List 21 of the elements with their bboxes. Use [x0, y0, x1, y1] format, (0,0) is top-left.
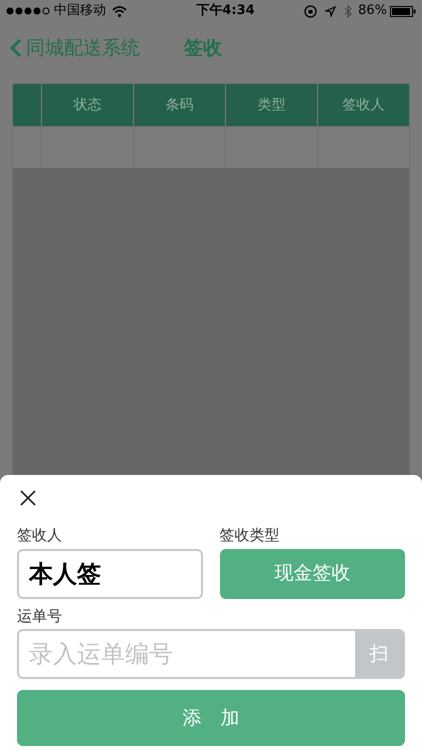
field-label: 签收人 — [17, 525, 63, 546]
scan-button[interactable]: 扫 — [355, 631, 403, 677]
page-title: 签收 — [184, 36, 222, 61]
waybill-field[interactable]: 录入运单编号 扫 — [17, 629, 405, 679]
sign-type-button[interactable]: 现金签收 — [220, 548, 405, 598]
back-button[interactable]: 同城配送系统 — [10, 34, 140, 62]
add-button[interactable]: 添 加 — [17, 690, 405, 746]
rotation-lock-icon — [304, 4, 318, 18]
status-time: 下午4:34 — [195, 2, 256, 20]
bluetooth-icon — [344, 4, 352, 18]
wifi-icon — [112, 6, 127, 16]
column-header: 签收人 — [342, 96, 386, 114]
signal-icon — [6, 7, 50, 15]
battery-icon — [390, 6, 416, 16]
battery-percent: 86% — [358, 2, 387, 20]
field-label: 签收类型 — [220, 525, 280, 546]
carrier-name: 中国移动 — [54, 2, 106, 20]
back-chevron-icon — [10, 38, 22, 58]
location-icon — [325, 6, 336, 16]
receiver-field[interactable]: 本人签 — [17, 548, 202, 598]
field-label: 运单号 — [17, 606, 63, 626]
